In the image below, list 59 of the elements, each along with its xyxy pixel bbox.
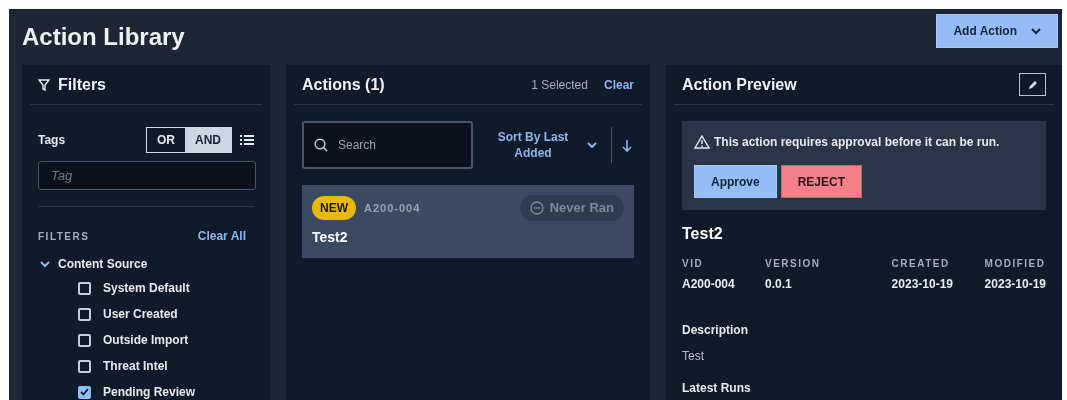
checkbox-label: Outside Import xyxy=(103,332,189,349)
clear-all-link[interactable]: Clear All xyxy=(197,227,246,245)
panel-title: Action Preview xyxy=(682,74,797,95)
logic-toggle[interactable]: OR xyxy=(147,128,185,152)
checkbox-label: Pending Review xyxy=(103,384,196,400)
chevron-down-icon xyxy=(587,141,597,149)
tags-label: Tags xyxy=(38,132,66,149)
new-badge: NEW xyxy=(312,195,356,220)
action-vid: A200-004 xyxy=(364,200,421,216)
action-card[interactable]: NEW A200-004 Never Ran Test2 xyxy=(302,185,634,258)
panel-title: Filters xyxy=(58,74,106,95)
checkbox[interactable] xyxy=(78,307,91,321)
field-value: 0.0.1 xyxy=(765,276,793,293)
tag-input[interactable]: Tag xyxy=(38,161,256,190)
panel-title: Actions (1) xyxy=(302,74,385,95)
chevron-down-icon xyxy=(1031,27,1041,35)
field-value: 2023-10-19 xyxy=(891,276,954,293)
description-label: Description xyxy=(681,322,749,339)
warning-text: This action requires approval before it can be run. xyxy=(714,134,1000,151)
minus-circle-icon xyxy=(529,200,544,215)
status-pill: Never Ran xyxy=(519,195,624,221)
checkbox-label: System Default xyxy=(103,280,190,297)
warning-icon xyxy=(694,135,710,149)
field-label: VERSION xyxy=(765,257,822,271)
field-label: MODIFIED xyxy=(984,257,1046,271)
filter-icon xyxy=(38,78,50,91)
field-value: 2023-10-19 xyxy=(984,276,1046,293)
search-icon xyxy=(314,138,328,152)
logic-toggle[interactable]: AND xyxy=(185,128,231,152)
description-text: Test xyxy=(681,348,705,365)
filters-label: FILTERS xyxy=(38,229,90,244)
pencil-icon xyxy=(1027,79,1038,90)
checkbox-label: Threat Intel xyxy=(103,358,168,375)
selected-count: 1 Selected xyxy=(531,76,588,94)
arrow-down-icon xyxy=(622,138,632,152)
add-action-button[interactable]: Add Action xyxy=(936,14,1058,48)
checkbox-label: User Created xyxy=(103,306,178,323)
checkbox[interactable] xyxy=(78,333,91,347)
action-name: Test2 xyxy=(681,224,724,244)
edit-button[interactable] xyxy=(1019,73,1046,96)
latest-runs-label: Latest Runs xyxy=(682,380,752,397)
reject-button[interactable]: REJECT xyxy=(780,165,863,198)
page-title: Action Library xyxy=(22,22,185,52)
search-field[interactable]: Search xyxy=(302,121,473,169)
checkbox[interactable] xyxy=(78,385,91,399)
chevron-down-icon xyxy=(40,260,50,268)
action-name: Test2 xyxy=(312,227,349,247)
field-value: A200-004 xyxy=(682,276,736,293)
checkbox[interactable] xyxy=(78,281,91,295)
field-label: CREATED xyxy=(891,257,951,271)
filter-group-toggle[interactable]: Content Source xyxy=(30,253,262,275)
sort-direction-button[interactable] xyxy=(620,138,634,152)
approve-button[interactable]: Approve xyxy=(694,165,777,198)
sort-dropdown[interactable]: Sort By Last Added xyxy=(481,129,597,161)
search-input[interactable]: Search xyxy=(336,135,456,155)
checkbox[interactable] xyxy=(78,359,91,373)
field-label: VID xyxy=(682,257,705,271)
clear-link[interactable]: Clear xyxy=(603,75,634,94)
list-icon xyxy=(240,134,254,146)
